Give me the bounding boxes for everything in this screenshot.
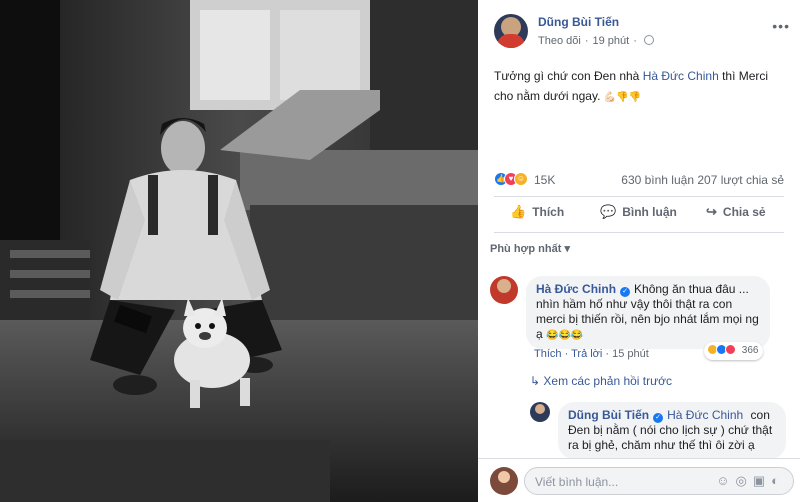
post-panel: Dũng Bùi Tiến Theo dõi · 19 phút · ••• Tưởn… xyxy=(478,0,800,502)
author-avatar[interactable] xyxy=(494,14,528,48)
post-stats: 👍 ♥ ☺ 15K 630 bình luận 207 lượt chia sẻ xyxy=(494,172,784,188)
emoji-icons: 💪🏻👎👎 xyxy=(603,92,642,103)
like-button[interactable]: 👍 Thích xyxy=(510,204,564,220)
verified-icon: ✓ xyxy=(620,287,631,297)
reply-item: Dũng Bùi Tiến ✓ Hà Đức Chinh con Đen bị nằ… xyxy=(530,402,792,462)
comment-reaction-count: 366 xyxy=(741,345,759,356)
comment-time[interactable]: 15 phút xyxy=(612,348,649,360)
globe-icon xyxy=(643,35,654,45)
camera-icon[interactable]: ◎ xyxy=(736,473,753,488)
comment-input[interactable]: Viết bình luận... ☺◎▣◐ xyxy=(524,467,794,495)
haha-reaction-icon: ☺ xyxy=(514,172,528,186)
view-previous-replies[interactable]: ↳ Xem các phản hồi trước xyxy=(530,374,672,388)
thumbs-up-icon: 👍 xyxy=(510,204,527,219)
smiley-icon[interactable]: ☺ xyxy=(716,473,735,488)
verified-icon: ✓ xyxy=(653,413,664,423)
comment-author[interactable]: Hà Đức Chinh xyxy=(536,282,616,296)
comment-reply-link[interactable]: Trả lời xyxy=(571,348,602,360)
post-mention[interactable]: Hà Đức Chinh xyxy=(643,69,719,83)
comment-bubble: Hà Đức Chinh ✓ Không ăn thua đâu ... nhìn … xyxy=(526,276,770,349)
comment-composer: Viết bình luận... ☺◎▣◐ xyxy=(478,458,800,502)
post-photo[interactable] xyxy=(0,0,478,502)
comment-placeholder: Viết bình luận... xyxy=(535,475,619,489)
reply-bubble: Dũng Bùi Tiến ✓ Hà Đức Chinh con Đen bị nằ… xyxy=(558,402,786,459)
current-user-avatar[interactable] xyxy=(490,467,518,495)
post-meta: Theo dõi · 19 phút · xyxy=(538,35,654,47)
comment-count[interactable]: 630 bình luận xyxy=(621,173,694,187)
photo-man-with-french-bulldog xyxy=(0,0,478,502)
comment-label: Bình luận xyxy=(622,205,677,219)
comment-button[interactable]: 💬 Bình luận xyxy=(600,204,677,220)
speech-bubble-icon: 💬 xyxy=(600,204,617,219)
sticker-icon[interactable]: ◐ xyxy=(771,473,785,488)
caret-down-icon: ▾ xyxy=(564,243,570,255)
comment-like-link[interactable]: Thích xyxy=(534,348,562,360)
share-label: Chia sẻ xyxy=(722,205,766,219)
comment-reactions[interactable]: 366 xyxy=(704,342,764,360)
divider xyxy=(494,196,784,197)
reply-mention[interactable]: Hà Đức Chinh xyxy=(667,408,743,422)
gif-icon[interactable]: ▣ xyxy=(753,473,771,488)
sort-dropdown[interactable]: Phù hợp nhất ▾ xyxy=(490,242,570,255)
reaction-count[interactable]: 15K xyxy=(534,173,555,187)
post-header: Dũng Bùi Tiến Theo dõi · 19 phút · ••• xyxy=(494,12,790,52)
share-button[interactable]: ↪ Chia sẻ xyxy=(706,204,766,220)
more-icon[interactable]: ••• xyxy=(772,18,790,34)
post-time[interactable]: 19 phút xyxy=(592,35,629,47)
share-arrow-icon: ↪ xyxy=(706,204,717,219)
post-text-before: Tưởng gì chứ con Đen nhà xyxy=(494,69,643,83)
reply-arrow-icon: ↳ xyxy=(530,374,541,388)
share-count[interactable]: 207 lượt chia sẻ xyxy=(697,173,784,187)
commenter-avatar[interactable] xyxy=(490,276,518,304)
like-label: Thích xyxy=(532,205,565,219)
post-author-name[interactable]: Dũng Bùi Tiến xyxy=(538,15,619,29)
comment-item: Hà Đức Chinh ✓ Không ăn thua đâu ... nhìn … xyxy=(490,276,790,366)
reply-author[interactable]: Dũng Bùi Tiến xyxy=(568,408,649,422)
follow-link[interactable]: Theo dõi xyxy=(538,35,581,47)
composer-icons: ☺◎▣◐ xyxy=(716,473,785,489)
laugh-emoji-icon: 😂😂😂 xyxy=(546,330,584,341)
reply-avatar[interactable] xyxy=(530,402,550,422)
comment-meta: Thích · Trả lời · 15 phút xyxy=(534,348,649,360)
sort-label: Phù hợp nhất xyxy=(490,243,562,255)
love-reaction-icon xyxy=(725,344,736,355)
view-previous-label: Xem các phản hồi trước xyxy=(543,374,673,388)
post-text: Tưởng gì chứ con Đen nhà Hà Đức Chinh th… xyxy=(494,66,784,108)
post-actions: 👍 Thích 💬 Bình luận ↪ Chia sẻ xyxy=(494,204,784,224)
divider xyxy=(494,232,784,233)
